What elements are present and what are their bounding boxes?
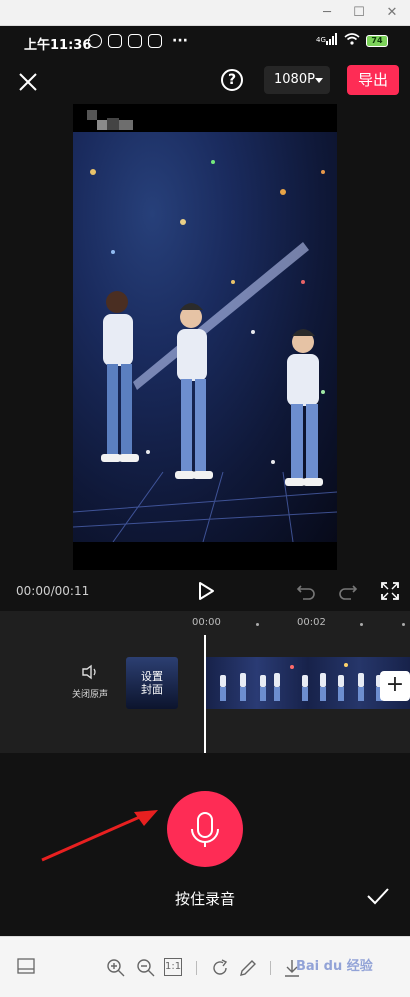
record-hint: 按住录音 <box>174 890 235 908</box>
status-bar: 上午11:36 ··· 4G 74 <box>0 26 410 58</box>
play-icon[interactable] <box>197 581 215 601</box>
pen-icon[interactable] <box>238 958 258 978</box>
help-icon[interactable]: ? <box>221 69 243 91</box>
battery-icon: 74 <box>366 34 388 47</box>
ruler-label-start: 00:00 <box>192 617 221 628</box>
confirm-check-icon[interactable] <box>366 886 390 906</box>
microphone-icon <box>191 812 219 847</box>
playhead[interactable] <box>204 635 206 753</box>
toolbar-divider <box>270 961 271 975</box>
edit-app-icon <box>148 34 162 48</box>
video-preview[interactable] <box>73 104 337 570</box>
signal-label: 4G <box>316 36 326 44</box>
scissors-icon <box>128 34 142 48</box>
undo-icon[interactable] <box>296 581 316 601</box>
mute-original-audio-button[interactable]: 关闭原声 <box>68 664 112 700</box>
emulator-toolbar: 1:1 Bai du 经验 <box>0 936 410 997</box>
status-system-icons: 4G 74 <box>316 33 388 48</box>
status-time: 上午11:36 <box>24 38 92 53</box>
more-notifications-icon: ··· <box>172 33 188 49</box>
hold-to-record-button[interactable] <box>167 791 243 867</box>
phone-screen: 上午11:36 ··· 4G 74 ? 1080P 导出 00:00/00:11… <box>0 26 410 997</box>
playback-time: 00:00/00:11 <box>16 584 90 598</box>
red-arrow-annotation <box>41 810 158 862</box>
mute-label: 关闭原声 <box>71 690 108 700</box>
rotate-icon[interactable] <box>210 958 230 978</box>
resolution-value: 1080P <box>274 72 315 87</box>
timeline-panel[interactable]: 00:00 00:02 关闭原声 设置 封面 + <box>0 611 410 753</box>
redo-icon[interactable] <box>338 581 358 601</box>
maximize-icon[interactable]: ☐ <box>350 4 368 22</box>
toolbar-divider <box>196 961 197 975</box>
add-clip-button[interactable]: + <box>380 671 410 701</box>
editor-topbar: ? 1080P 导出 <box>0 62 410 106</box>
app-icon <box>108 34 122 48</box>
window-close-icon[interactable]: ✕ <box>383 4 401 22</box>
wifi-icon <box>344 33 360 48</box>
ruler-label-2s: 00:02 <box>297 617 326 628</box>
layout-icon[interactable] <box>16 958 36 978</box>
speaker-icon <box>82 664 96 680</box>
ruler-tick <box>256 623 259 626</box>
zoom-out-icon[interactable] <box>136 958 156 978</box>
set-cover-button[interactable]: 设置 封面 <box>126 657 178 709</box>
video-frame <box>73 132 337 542</box>
export-button[interactable]: 导出 <box>347 65 399 95</box>
watermark: Bai du 经验 <box>296 959 373 974</box>
ruler-tick <box>360 623 363 626</box>
cover-label: 设置 封面 <box>141 670 163 696</box>
fullscreen-icon[interactable] <box>380 581 400 601</box>
chevron-down-icon <box>315 78 323 83</box>
signal-icon: 4G <box>316 33 338 48</box>
actual-size-button[interactable]: 1:1 <box>164 958 182 976</box>
status-notification-icons: ··· <box>88 33 188 49</box>
alarm-icon <box>88 34 102 48</box>
zoom-in-icon[interactable] <box>106 958 126 978</box>
ruler-tick <box>402 623 405 626</box>
window-titlebar: ─ ☐ ✕ <box>0 0 410 26</box>
resolution-dropdown[interactable]: 1080P <box>264 66 330 94</box>
minimize-icon[interactable]: ─ <box>318 4 336 22</box>
close-icon[interactable] <box>14 68 42 96</box>
